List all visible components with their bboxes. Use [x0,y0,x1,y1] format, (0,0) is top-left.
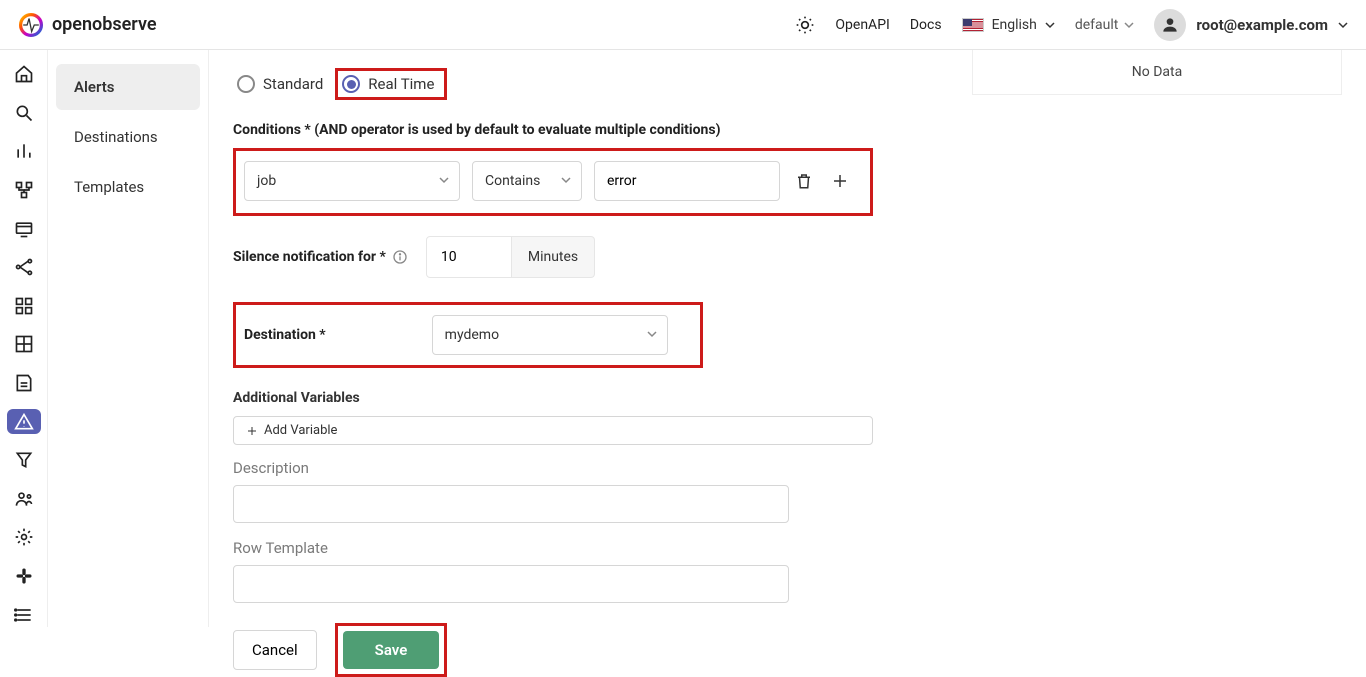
secondnav: Alerts Destinations Templates [48,50,208,627]
brand-logo-icon [18,12,44,38]
cancel-button[interactable]: Cancel [233,630,317,670]
nav-reports[interactable] [7,371,41,396]
description-input[interactable] [233,485,789,523]
docs-link[interactable]: Docs [910,17,942,33]
secondnav-destinations[interactable]: Destinations [56,114,200,160]
topbar-right: OpenAPI Docs English default root@exampl… [795,9,1348,41]
conditions-label: Conditions * (AND operator is used by de… [233,122,720,138]
condition-operator-value: Contains [485,173,540,189]
preview-panel: No Data [972,50,1342,95]
delete-condition-button[interactable] [792,169,816,193]
org-label: default [1075,17,1119,33]
language-selector[interactable]: English [962,17,1055,33]
no-data-text: No Data [1132,64,1182,80]
secondnav-alerts[interactable]: Alerts [56,64,200,110]
condition-row: job Contains [233,148,873,216]
radio-standard-label: Standard [263,75,323,93]
chevron-down-icon [647,327,657,343]
save-highlight: Save [335,623,448,677]
condition-field-value: job [257,173,276,189]
nav-rum[interactable] [7,216,41,241]
destination-value: mydemo [445,327,499,343]
silence-value-input[interactable] [426,236,512,278]
avatar-icon [1154,9,1186,41]
add-condition-button[interactable] [828,169,852,193]
theme-toggle-icon[interactable] [795,15,815,35]
secondnav-templates[interactable]: Templates [56,164,200,210]
nav-search[interactable] [7,101,41,126]
nav-alerts[interactable] [7,409,41,434]
add-variable-label: Add Variable [264,423,337,438]
org-selector[interactable]: default [1075,17,1135,33]
form-buttons: Cancel Save [233,623,873,677]
nav-metrics[interactable] [7,139,41,164]
chevron-down-icon [1338,20,1348,30]
radio-standard[interactable]: Standard [233,71,333,97]
radio-realtime-label: Real Time [368,75,434,93]
row-template-label: Row Template [233,539,873,557]
chevron-down-icon [1124,20,1134,30]
chevron-down-icon [561,173,571,189]
additional-vars-label: Additional Variables [233,390,873,406]
brand-text: openobserve [52,14,157,35]
nav-settings[interactable] [7,525,41,550]
main-panel: Standard Real Time Conditions * (AND ope… [208,50,1366,627]
nav-slack[interactable] [7,564,41,589]
info-icon[interactable] [392,249,408,265]
alert-type-radio-group: Standard Real Time [233,68,873,100]
nav-traces[interactable] [7,178,41,203]
nav-iam[interactable] [7,487,41,512]
nav-dashboards[interactable] [7,294,41,319]
language-label: English [992,17,1037,33]
flag-us-icon [962,18,984,32]
nav-about[interactable] [7,602,41,627]
user-menu[interactable]: root@example.com [1154,9,1348,41]
topbar: openobserve OpenAPI Docs English default [0,0,1366,50]
nav-home[interactable] [7,62,41,87]
condition-operator-select[interactable]: Contains [472,161,582,201]
user-email: root@example.com [1196,16,1328,34]
iconbar [0,50,48,627]
add-variable-button[interactable]: Add Variable [233,416,873,445]
condition-field-select[interactable]: job [244,161,460,201]
silence-row: Silence notification for * Minutes [233,236,873,278]
silence-label: Silence notification for * [233,249,386,265]
openapi-link[interactable]: OpenAPI [835,17,889,33]
nav-streams[interactable] [7,332,41,357]
chevron-down-icon [1045,20,1055,30]
silence-unit: Minutes [512,236,595,278]
save-button[interactable]: Save [343,631,440,669]
destination-row: Destination * mydemo [233,302,703,368]
nav-pipelines[interactable] [7,255,41,280]
destination-label: Destination * [244,327,326,343]
row-template-input[interactable] [233,565,789,603]
nav-functions[interactable] [7,448,41,473]
description-label: Description [233,459,873,477]
destination-select[interactable]: mydemo [432,315,668,355]
condition-value-input[interactable] [594,161,780,201]
brand: openobserve [18,12,157,38]
radio-realtime[interactable]: Real Time [335,68,447,100]
chevron-down-icon [439,173,449,189]
